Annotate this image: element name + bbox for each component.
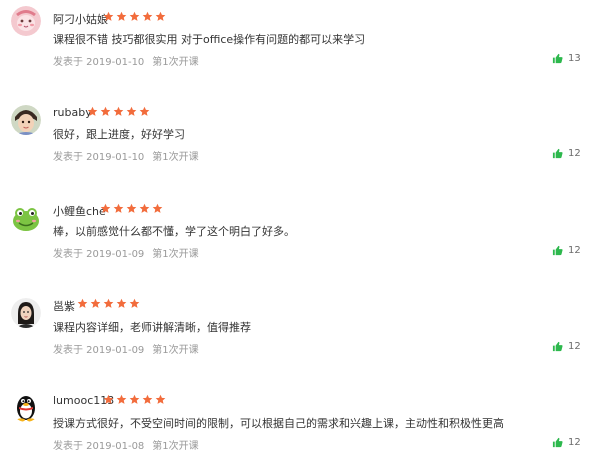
rating-stars — [103, 394, 166, 405]
star-icon — [142, 394, 153, 405]
woman-photo-avatar[interactable] — [11, 298, 41, 328]
review-item: 阿刁小姑娘 课程很不错 技巧都很实用 对于office操作有问题的都可以来学习 … — [0, 0, 600, 94]
green-frog-avatar[interactable] — [11, 203, 41, 233]
review-username[interactable]: 小鲤鱼che — [53, 203, 106, 219]
thumbs-up-icon — [552, 53, 563, 64]
review-content: 授课方式很好，不受空间时间的限制，可以根据自己的需求和兴趣上课，主动性和积极性更… — [53, 417, 504, 430]
review-meta: 发表于 2019-01-10 第1次开课 — [53, 53, 199, 68]
qq-penguin-avatar[interactable] — [11, 392, 41, 422]
review-meta: 发表于 2019-01-10 第1次开课 — [53, 148, 199, 163]
review-date: 发表于 2019-01-10 — [53, 57, 145, 68]
thumbs-up-icon — [552, 245, 563, 256]
review-date: 发表于 2019-01-08 — [53, 441, 145, 452]
star-icon — [155, 394, 166, 405]
review-lesson: 第1次开课 — [152, 441, 199, 452]
star-icon — [77, 298, 88, 309]
star-icon — [155, 11, 166, 22]
like-count: 13 — [568, 53, 581, 64]
pink-face-avatar[interactable] — [11, 6, 41, 36]
rating-stars — [103, 11, 166, 22]
like-count: 12 — [568, 437, 581, 448]
review-date: 发表于 2019-01-09 — [53, 249, 145, 260]
child-photo-avatar[interactable] — [11, 105, 41, 135]
like-button[interactable]: 12 — [552, 148, 581, 159]
rating-stars — [77, 298, 140, 309]
review-item: 小鲤鱼che 棒，以前感觉什么都不懂，学了这个明白了好多。 发表于 2019-0… — [0, 190, 600, 284]
star-icon — [142, 11, 153, 22]
star-icon — [113, 203, 124, 214]
rating-stars — [100, 203, 163, 214]
review-date: 发表于 2019-01-09 — [53, 345, 145, 356]
review-item: lumooc113 授课方式很好，不受空间时间的限制，可以根据自己的需求和兴趣上… — [0, 380, 600, 474]
star-icon — [126, 106, 137, 117]
star-icon — [103, 11, 114, 22]
thumbs-up-icon — [552, 148, 563, 159]
star-icon — [103, 298, 114, 309]
star-icon — [139, 106, 150, 117]
review-content: 很好，跟上进度，好好学习 — [53, 128, 185, 141]
review-username[interactable]: 邕紫 — [53, 298, 75, 314]
review-lesson: 第1次开课 — [152, 345, 199, 356]
review-username[interactable]: 阿刁小姑娘 — [53, 11, 108, 27]
star-icon — [116, 11, 127, 22]
star-icon — [116, 298, 127, 309]
star-icon — [87, 106, 98, 117]
star-icon — [116, 394, 127, 405]
like-button[interactable]: 13 — [552, 53, 581, 64]
review-meta: 发表于 2019-01-09 第1次开课 — [53, 245, 199, 260]
like-count: 12 — [568, 245, 581, 256]
star-icon — [129, 11, 140, 22]
review-meta: 发表于 2019-01-09 第1次开课 — [53, 341, 199, 356]
star-icon — [103, 394, 114, 405]
review-content: 棒，以前感觉什么都不懂，学了这个明白了好多。 — [53, 225, 295, 238]
like-button[interactable]: 12 — [552, 245, 581, 256]
star-icon — [113, 106, 124, 117]
star-icon — [100, 106, 111, 117]
review-list: 阿刁小姑娘 课程很不错 技巧都很实用 对于office操作有问题的都可以来学习 … — [0, 0, 600, 462]
review-date: 发表于 2019-01-10 — [53, 152, 145, 163]
like-count: 12 — [568, 341, 581, 352]
review-content: 课程很不错 技巧都很实用 对于office操作有问题的都可以来学习 — [53, 33, 366, 46]
review-item: rubaby 很好，跟上进度，好好学习 发表于 2019-01-10 第1次开课 … — [0, 95, 600, 189]
star-icon — [139, 203, 150, 214]
star-icon — [129, 394, 140, 405]
review-lesson: 第1次开课 — [152, 57, 199, 68]
review-content: 课程内容详细，老师讲解清晰，值得推荐 — [53, 321, 251, 334]
review-lesson: 第1次开课 — [152, 249, 199, 260]
rating-stars — [87, 106, 150, 117]
like-button[interactable]: 12 — [552, 437, 581, 448]
like-count: 12 — [568, 148, 581, 159]
review-username[interactable]: rubaby — [53, 106, 92, 119]
thumbs-up-icon — [552, 437, 563, 448]
star-icon — [90, 298, 101, 309]
star-icon — [152, 203, 163, 214]
thumbs-up-icon — [552, 341, 563, 352]
review-lesson: 第1次开课 — [152, 152, 199, 163]
star-icon — [100, 203, 111, 214]
star-icon — [126, 203, 137, 214]
review-item: 邕紫 课程内容详细，老师讲解清晰，值得推荐 发表于 2019-01-09 第1次开… — [0, 285, 600, 379]
review-meta: 发表于 2019-01-08 第1次开课 — [53, 437, 199, 452]
star-icon — [129, 298, 140, 309]
like-button[interactable]: 12 — [552, 341, 581, 352]
